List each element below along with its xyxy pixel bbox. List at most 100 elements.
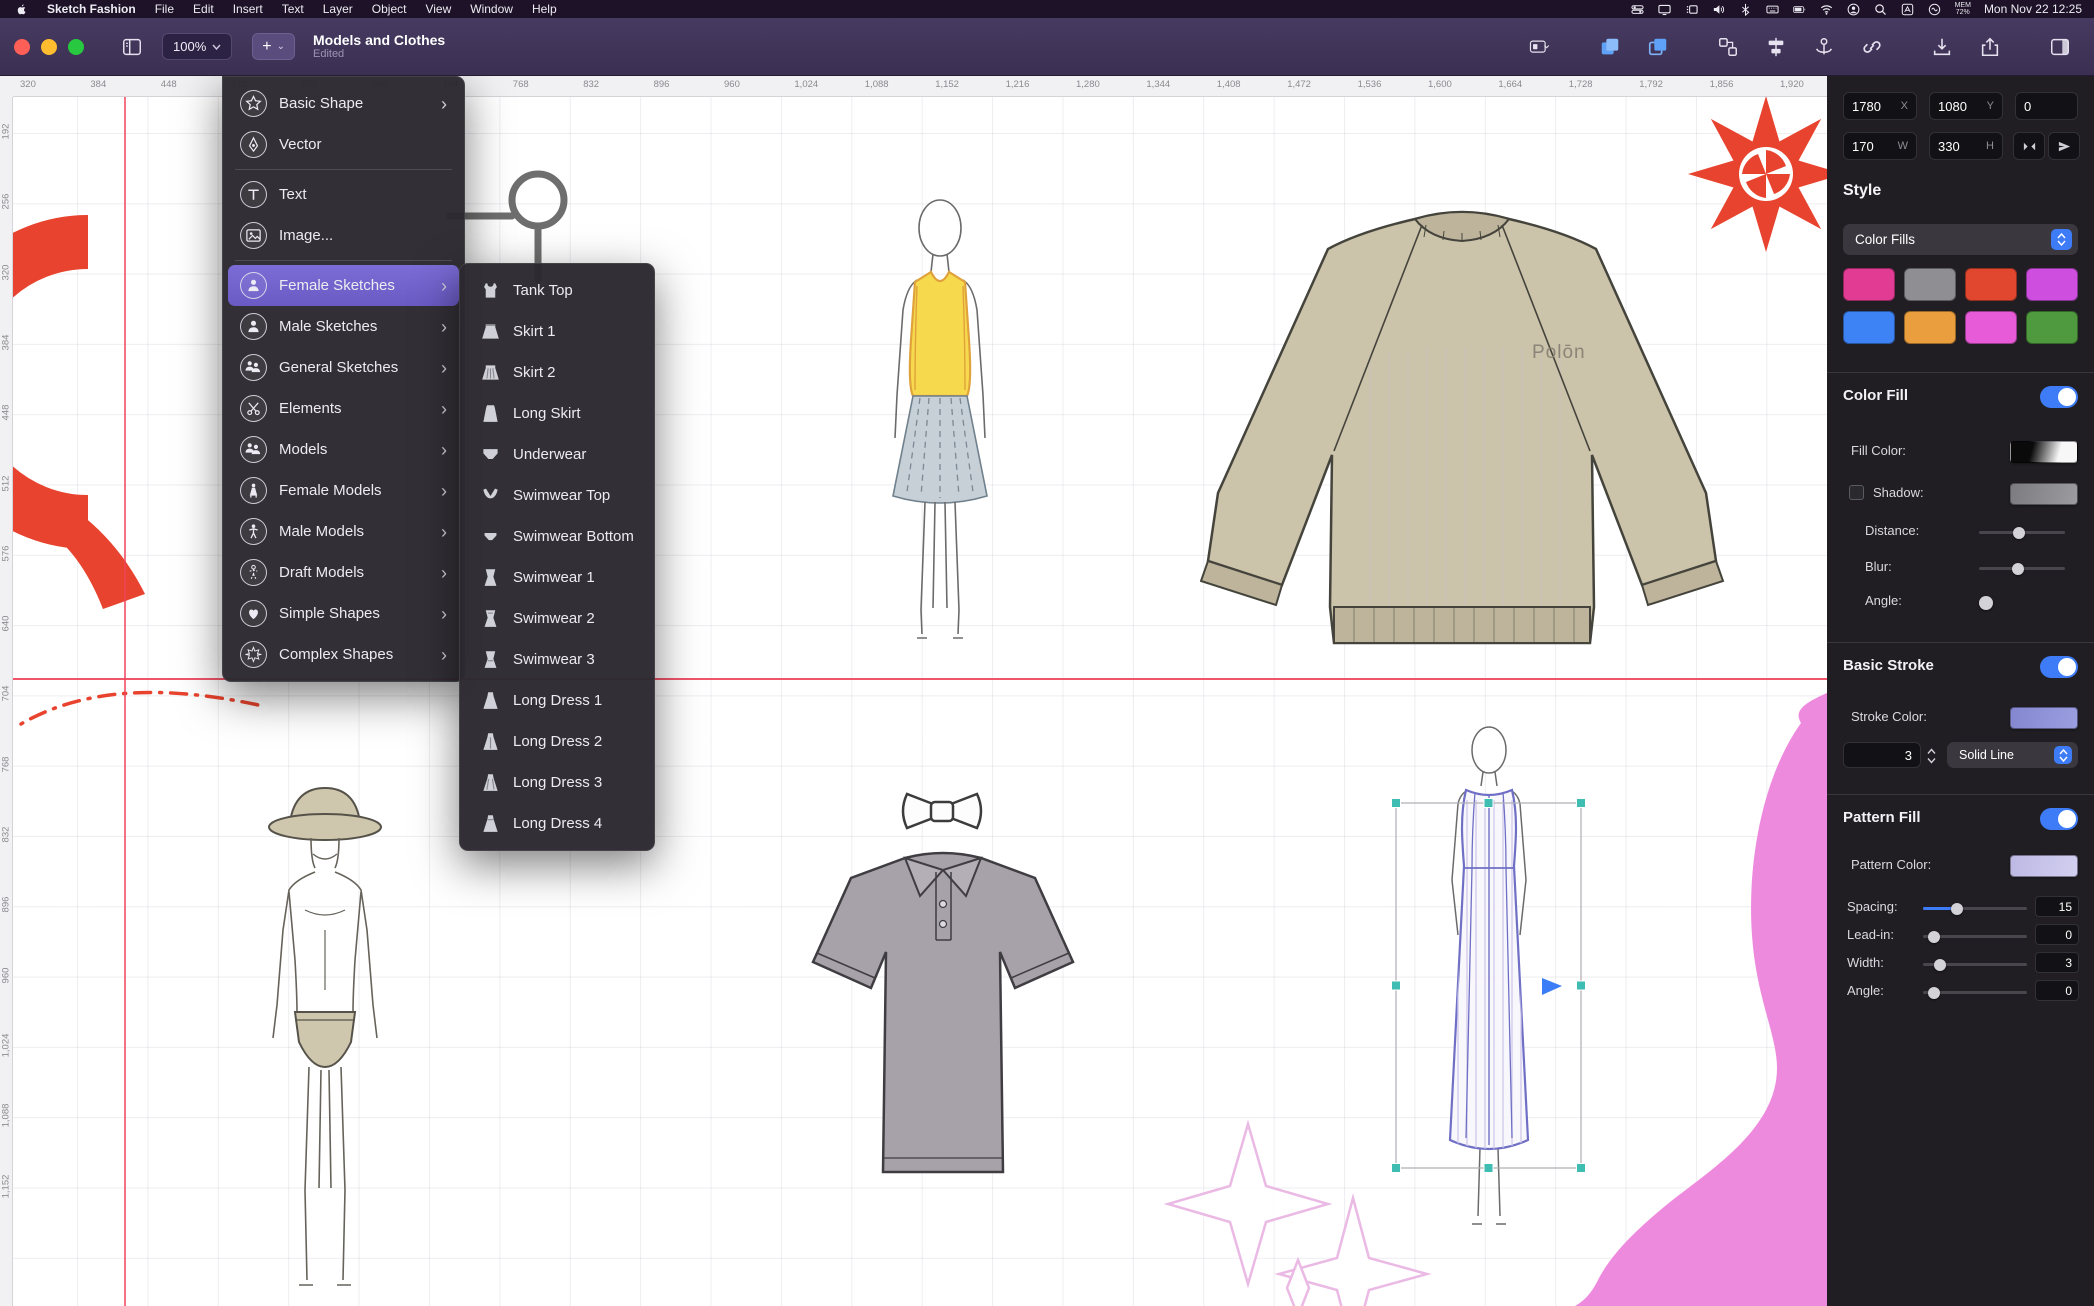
submenu-item-underwear[interactable]: Underwear xyxy=(465,434,649,475)
insert-menu-item-draft-models[interactable]: Draft Models› xyxy=(228,552,459,593)
export-icon[interactable] xyxy=(1927,32,1957,62)
pattern-angle-value-field[interactable]: 0 xyxy=(2035,980,2079,1001)
menu-bar-item-window[interactable]: Window xyxy=(470,2,513,16)
wifi-icon[interactable] xyxy=(1820,3,1834,16)
position-x-field[interactable]: 1780X xyxy=(1843,92,1917,120)
search-icon[interactable] xyxy=(1874,3,1888,16)
duplicate-layer-button[interactable] xyxy=(1595,32,1625,62)
submenu-item-long-dress-4[interactable]: Long Dress 4 xyxy=(465,803,649,844)
shadow-color-swatch[interactable] xyxy=(2010,483,2078,505)
insert-menu-item-complex-shapes[interactable]: Complex Shapes› xyxy=(228,634,459,675)
color-swatch-5[interactable] xyxy=(1843,311,1895,344)
siri-icon[interactable] xyxy=(1928,3,1942,16)
menu-bar-app-name[interactable]: Sketch Fashion xyxy=(47,2,136,16)
female-tank-top-sketch[interactable] xyxy=(855,190,1025,650)
spacing-slider[interactable] xyxy=(1923,907,2027,910)
insert-menu-item-models[interactable]: Models› xyxy=(228,429,459,470)
lead-in-value-field[interactable]: 0 xyxy=(2035,924,2079,945)
stroke-color-swatch[interactable] xyxy=(2010,707,2078,729)
position-y-field[interactable]: 1080Y xyxy=(1929,92,2003,120)
control-center-icon[interactable] xyxy=(1631,3,1645,16)
inspector-panel-toggle-icon[interactable] xyxy=(2045,32,2075,62)
stroke-width-field[interactable]: 3 xyxy=(1843,742,1921,768)
male-underwear-sketch[interactable] xyxy=(235,780,415,1306)
color-swatch-1[interactable] xyxy=(1843,268,1895,301)
fills-dropdown[interactable]: Color Fills xyxy=(1843,224,2078,255)
gray-polo-shirt[interactable] xyxy=(755,790,1130,1195)
insert-button[interactable]: + ⌄ xyxy=(252,33,295,60)
battery-icon[interactable] xyxy=(1793,3,1807,16)
flip-vertical-button[interactable] xyxy=(2048,132,2080,160)
insert-menu-item-image[interactable]: Image... xyxy=(228,215,459,256)
view-options-button[interactable] xyxy=(1525,32,1555,62)
fill-color-swatch[interactable] xyxy=(2010,441,2078,463)
zoom-window-button[interactable] xyxy=(68,39,84,55)
insert-menu-item-female-sketches[interactable]: Female Sketches› xyxy=(228,265,459,306)
color-swatch-2[interactable] xyxy=(1904,268,1956,301)
display-icon[interactable] xyxy=(1658,3,1672,16)
insert-menu-item-male-sketches[interactable]: Male Sketches› xyxy=(228,306,459,347)
submenu-item-swimwear-2[interactable]: Swimwear 2 xyxy=(465,598,649,639)
submenu-item-swimwear-1[interactable]: Swimwear 1 xyxy=(465,557,649,598)
lead-in-slider[interactable] xyxy=(1923,935,2027,938)
color-swatch-4[interactable] xyxy=(2026,268,2078,301)
user-icon[interactable] xyxy=(1847,3,1861,16)
insert-menu-item-text[interactable]: Text xyxy=(228,174,459,215)
menu-bar-clock[interactable]: Mon Nov 22 12:25 xyxy=(1984,2,2082,16)
align-objects-icon[interactable] xyxy=(1761,32,1791,62)
color-swatch-3[interactable] xyxy=(1965,268,2017,301)
line-style-dropdown[interactable]: Solid Line xyxy=(1947,742,2078,768)
insert-menu-item-general-sketches[interactable]: General Sketches› xyxy=(228,347,459,388)
submenu-item-tank-top[interactable]: Tank Top xyxy=(465,270,649,311)
submenu-item-swimwear-bottom[interactable]: Swimwear Bottom xyxy=(465,516,649,557)
submenu-item-long-dress-2[interactable]: Long Dress 2 xyxy=(465,721,649,762)
pattern-width-value-field[interactable]: 3 xyxy=(2035,952,2079,973)
basic-stroke-toggle[interactable] xyxy=(2040,656,2078,678)
insert-menu-item-vector[interactable]: Vector xyxy=(228,124,459,165)
spacing-value-field[interactable]: 15 xyxy=(2035,896,2079,917)
close-window-button[interactable] xyxy=(14,39,30,55)
input-source-icon[interactable] xyxy=(1901,3,1915,16)
pattern-width-slider[interactable] xyxy=(1923,963,2027,966)
stage-manager-icon[interactable] xyxy=(1685,3,1699,16)
pink-blob-shape[interactable] xyxy=(1533,687,1827,1306)
menu-bar-item-edit[interactable]: Edit xyxy=(193,2,214,16)
tan-sweatshirt[interactable]: Polōn xyxy=(1200,193,1760,663)
menu-bar-item-text[interactable]: Text xyxy=(282,2,304,16)
rotation-field[interactable]: 0 xyxy=(2015,92,2078,120)
insert-menu-item-female-models[interactable]: Female Models› xyxy=(228,470,459,511)
volume-icon[interactable] xyxy=(1712,3,1726,16)
angle-knob[interactable] xyxy=(1979,596,1993,610)
submenu-item-skirt-2[interactable]: Skirt 2 xyxy=(465,352,649,393)
height-field[interactable]: 330H xyxy=(1929,132,2003,160)
insert-menu-item-elements[interactable]: Elements› xyxy=(228,388,459,429)
submenu-item-skirt-1[interactable]: Skirt 1 xyxy=(465,311,649,352)
submenu-item-long-dress-1[interactable]: Long Dress 1 xyxy=(465,680,649,721)
pattern-color-swatch[interactable] xyxy=(2010,855,2078,877)
menu-bar-item-file[interactable]: File xyxy=(155,2,174,16)
vertical-ruler[interactable]: 1922563203844485125766407047688328969601… xyxy=(0,97,13,1306)
color-swatch-6[interactable] xyxy=(1904,311,1956,344)
width-field[interactable]: 170W xyxy=(1843,132,1917,160)
menu-bar-item-object[interactable]: Object xyxy=(372,2,407,16)
submenu-item-long-dress-3[interactable]: Long Dress 3 xyxy=(465,762,649,803)
minimize-window-button[interactable] xyxy=(41,39,57,55)
red-ribbon-shape[interactable] xyxy=(13,182,178,662)
group-objects-icon[interactable] xyxy=(1713,32,1743,62)
anchor-lock-icon[interactable] xyxy=(1809,32,1839,62)
submenu-item-swimwear-3[interactable]: Swimwear 3 xyxy=(465,639,649,680)
keyboard-icon[interactable] xyxy=(1766,3,1780,16)
apple-menu-icon[interactable] xyxy=(14,3,28,16)
insert-menu-item-simple-shapes[interactable]: Simple Shapes› xyxy=(228,593,459,634)
color-fill-toggle[interactable] xyxy=(2040,386,2078,408)
color-swatch-8[interactable] xyxy=(2026,311,2078,344)
blur-slider[interactable] xyxy=(1979,567,2065,570)
insert-menu-item-basic-shape[interactable]: Basic Shape› xyxy=(228,83,459,124)
menu-bar-item-layer[interactable]: Layer xyxy=(323,2,353,16)
menu-bar-item-insert[interactable]: Insert xyxy=(233,2,263,16)
submenu-item-swimwear-top[interactable]: Swimwear Top xyxy=(465,475,649,516)
flip-horizontal-button[interactable] xyxy=(2013,132,2045,160)
shadow-checkbox[interactable] xyxy=(1849,485,1864,500)
stroke-width-stepper[interactable] xyxy=(1927,748,1936,764)
red-dashed-curve[interactable] xyxy=(13,672,273,742)
